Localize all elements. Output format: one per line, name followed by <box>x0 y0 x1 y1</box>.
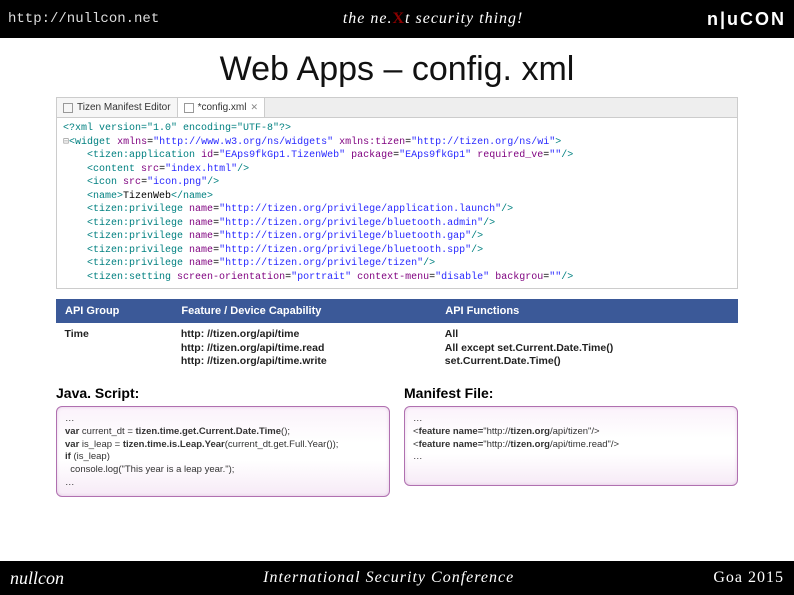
file-icon <box>184 103 194 113</box>
cell-funcs: AllAll except set.Current.Date.Time()set… <box>437 323 738 374</box>
cell-group: Time <box>57 323 173 374</box>
editor-tabs: Tizen Manifest Editor *config.xml ✕ <box>57 98 737 118</box>
xml-line: <tizen:privilege name="http://tizen.org/… <box>63 244 731 258</box>
table-row: Time http: //tizen.org/api/timehttp: //t… <box>57 323 738 374</box>
xml-line: <tizen:privilege name="http://tizen.org/… <box>63 257 731 271</box>
close-icon[interactable]: ✕ <box>250 102 258 113</box>
code-panels: Java. Script: … var current_dt = tizen.t… <box>56 382 738 497</box>
tagline-after: t security thing! <box>405 10 523 27</box>
xml-line: <icon src="icon.png"/> <box>63 176 731 190</box>
th-api-group: API Group <box>57 300 173 323</box>
panel-head-js: Java. Script: <box>56 382 390 406</box>
xml-line: <tizen:application id="EAps9fkGp1.TizenW… <box>63 149 731 163</box>
xml-line: <name>TizenWeb</name> <box>63 190 731 204</box>
header-url: http://nullcon.net <box>8 11 159 27</box>
tagline-before: the ne. <box>343 10 393 27</box>
editor-tab-config[interactable]: *config.xml ✕ <box>178 98 265 117</box>
cell-features: http: //tizen.org/api/timehttp: //tizen.… <box>173 323 437 374</box>
header-tagline: the ne.Xt security thing! <box>343 10 524 28</box>
panel-head-manifest: Manifest File: <box>404 382 738 406</box>
footer-bar: nullcon International Security Conferenc… <box>0 561 794 595</box>
th-feature: Feature / Device Capability <box>173 300 437 323</box>
editor-area: Tizen Manifest Editor *config.xml ✕ <?xm… <box>56 97 738 289</box>
footer-right: Goa 2015 <box>713 569 784 587</box>
xml-line: <content src="index.html"/> <box>63 163 731 177</box>
xml-line: <tizen:privilege name="http://tizen.org/… <box>63 217 731 231</box>
panel-body-manifest: … <feature name="http://tizen.org/api/ti… <box>404 406 738 486</box>
editor-tab-label: Tizen Manifest Editor <box>77 102 171 113</box>
xml-line: <tizen:privilege name="http://tizen.org/… <box>63 230 731 244</box>
xml-line: <tizen:privilege name="http://tizen.org/… <box>63 203 731 217</box>
xml-line: <?xml version="1.0" encoding="UTF-8"?> <box>63 122 731 136</box>
file-icon <box>63 103 73 113</box>
brand-logo: n|uCON <box>707 9 786 30</box>
javascript-panel: Java. Script: … var current_dt = tizen.t… <box>56 382 390 497</box>
tagline-x: X <box>392 10 405 27</box>
api-table: API Group Feature / Device Capability AP… <box>56 299 738 374</box>
footer-left: nullcon <box>10 568 64 589</box>
manifest-panel: Manifest File: … <feature name="http://t… <box>404 382 738 497</box>
xml-editor-content: <?xml version="1.0" encoding="UTF-8"?>⊟<… <box>57 118 737 288</box>
xml-line: ⊟<widget xmlns="http://www.w3.org/ns/wid… <box>63 136 731 150</box>
xml-line: <tizen:setting screen-orientation="portr… <box>63 271 731 285</box>
panel-body-js: … var current_dt = tizen.time.get.Curren… <box>56 406 390 497</box>
api-table-container: API Group Feature / Device Capability AP… <box>56 299 738 374</box>
editor-tab-label: *config.xml <box>198 102 247 113</box>
editor-tab-manifest[interactable]: Tizen Manifest Editor <box>57 98 178 117</box>
table-header-row: API Group Feature / Device Capability AP… <box>57 300 738 323</box>
footer-center: International Security Conference <box>263 569 514 587</box>
header-bar: http://nullcon.net the ne.Xt security th… <box>0 0 794 38</box>
th-functions: API Functions <box>437 300 738 323</box>
slide-title: Web Apps – config. xml <box>0 38 794 97</box>
